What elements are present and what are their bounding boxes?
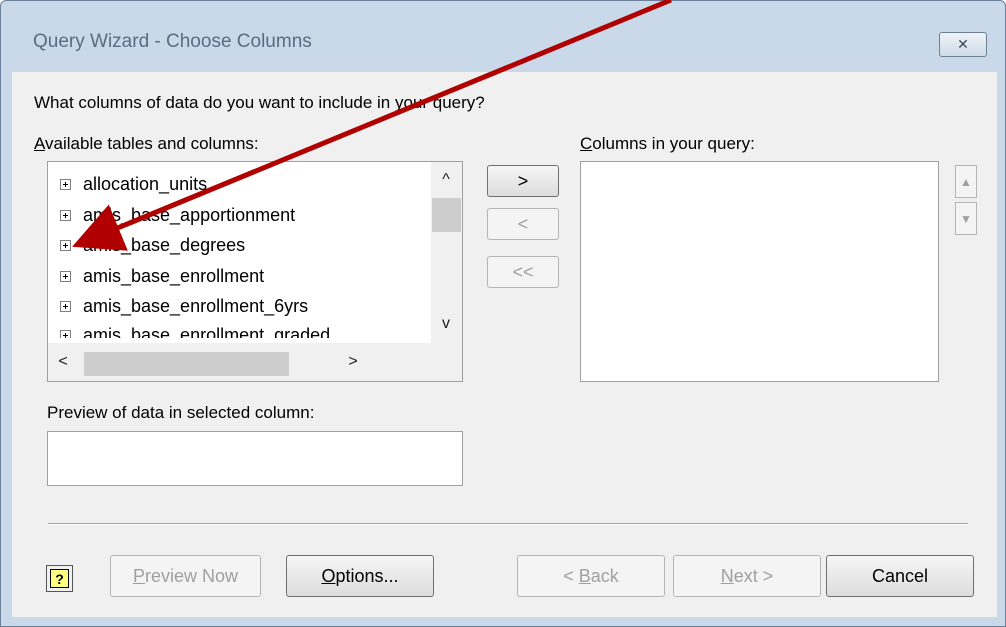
expand-icon[interactable] (60, 270, 71, 282)
help-icon: ? (50, 569, 69, 588)
options-button[interactable]: Options... (286, 555, 434, 597)
close-icon: ✕ (957, 36, 969, 52)
scroll-thumb[interactable] (84, 352, 289, 376)
scroll-thumb[interactable] (432, 198, 461, 232)
scroll-corner (431, 343, 462, 381)
preview-now-button[interactable]: Preview Now (110, 555, 261, 597)
move-up-button[interactable]: ▲ (955, 165, 977, 198)
available-label: Available tables and columns: (34, 134, 259, 153)
next-button[interactable]: Next > (673, 555, 821, 597)
tree-item[interactable]: amis_base_apportionment (60, 200, 295, 230)
close-button[interactable]: ✕ (939, 32, 987, 57)
dialog-body: What columns of data do you want to incl… (12, 72, 997, 617)
remove-all-button[interactable]: << (487, 256, 559, 288)
scroll-left-icon[interactable]: < (48, 348, 78, 376)
expand-icon[interactable] (60, 329, 71, 338)
horizontal-scrollbar[interactable]: < > (48, 343, 431, 381)
tree-item[interactable]: amis_base_enrollment (60, 261, 264, 291)
available-tables-tree[interactable]: allocation_units amis_base_apportionment… (47, 161, 463, 382)
triangle-up-icon: ▲ (960, 174, 972, 189)
query-columns-list[interactable] (580, 161, 939, 382)
tree-item[interactable]: amis_base_enrollment_6yrs (60, 291, 308, 321)
query-wizard-window: Query Wizard - Choose Columns ✕ What col… (0, 0, 1006, 627)
tree-item[interactable]: allocation_units (60, 169, 207, 199)
footer-separator (48, 523, 968, 525)
title-bar[interactable] (1, 1, 1005, 23)
cancel-button[interactable]: Cancel (826, 555, 974, 597)
preview-label: Preview of data in selected column: (47, 403, 315, 422)
help-button[interactable]: ? (46, 565, 73, 592)
expand-icon[interactable] (60, 300, 71, 312)
vertical-scrollbar[interactable]: ^ v (431, 162, 462, 343)
instruction-text: What columns of data do you want to incl… (34, 93, 485, 112)
tree-item[interactable]: amis_base_enrollment_graded (60, 322, 330, 338)
remove-column-button[interactable]: < (487, 208, 559, 240)
scroll-up-icon[interactable]: ^ (431, 166, 461, 194)
columns-label: Columns in your query: (580, 134, 755, 153)
triangle-down-icon: ▼ (960, 211, 972, 226)
back-button[interactable]: < Back (517, 555, 665, 597)
tree-item[interactable]: amis_base_degrees (60, 230, 245, 260)
preview-box (47, 431, 463, 486)
add-column-button[interactable]: > (487, 165, 559, 197)
expand-icon[interactable] (60, 239, 71, 251)
scroll-down-icon[interactable]: v (431, 310, 461, 338)
expand-icon[interactable] (60, 178, 71, 190)
scroll-right-icon[interactable]: > (338, 348, 368, 376)
window-title: Query Wizard - Choose Columns (33, 31, 312, 52)
move-down-button[interactable]: ▼ (955, 202, 977, 235)
expand-icon[interactable] (60, 209, 71, 221)
